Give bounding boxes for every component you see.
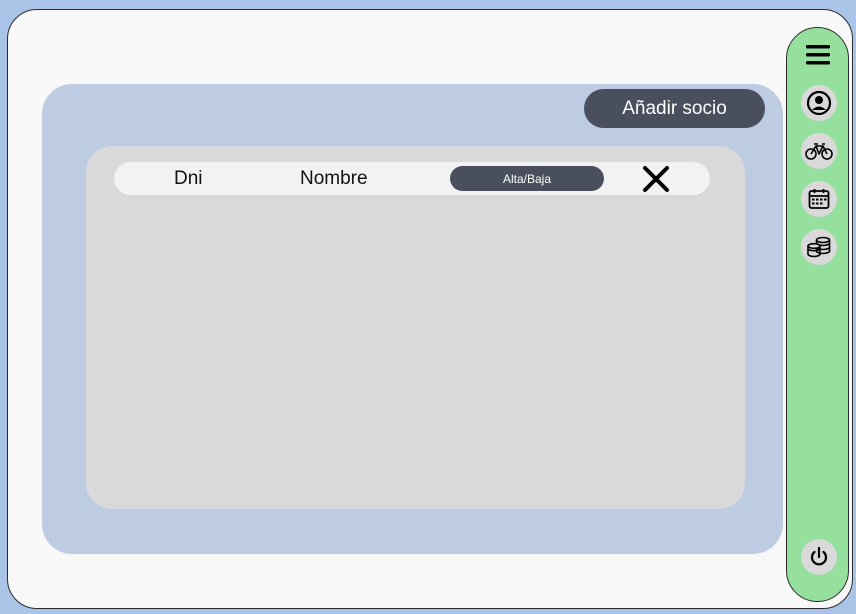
hamburger-menu-icon[interactable]	[805, 42, 831, 68]
power-icon	[810, 546, 828, 566]
sidebar-item-bikes[interactable]	[801, 133, 837, 169]
user-circle-icon	[806, 90, 832, 116]
column-header-dni: Dni	[174, 167, 203, 189]
main-panel: Añadir socio Dni Nombre Alta/Baja	[42, 84, 783, 554]
column-header-nombre: Nombre	[300, 167, 368, 189]
add-member-button[interactable]: Añadir socio	[584, 89, 765, 128]
sidebar-item-calendar[interactable]	[801, 181, 837, 217]
app-frame: Añadir socio Dni Nombre Alta/Baja	[7, 9, 853, 609]
logout-button[interactable]	[801, 539, 837, 575]
sidebar	[786, 27, 849, 602]
sidebar-item-payments[interactable]	[801, 229, 837, 265]
status-toggle-button[interactable]: Alta/Baja	[450, 166, 604, 191]
calendar-icon	[808, 189, 830, 209]
sidebar-item-members[interactable]	[801, 85, 837, 121]
coins-icon	[807, 236, 831, 258]
members-table: Dni Nombre Alta/Baja	[86, 146, 745, 509]
close-icon[interactable]	[641, 164, 671, 194]
table-header-row: Dni Nombre Alta/Baja	[114, 162, 710, 195]
bicycle-icon	[805, 143, 833, 160]
